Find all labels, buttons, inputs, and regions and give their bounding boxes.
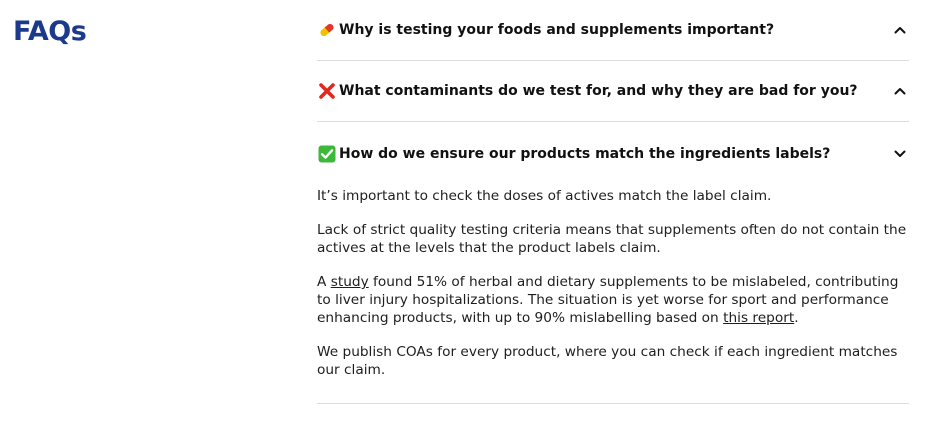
faq-question-text: Why is testing your foods and supplement… (339, 22, 775, 38)
answer-paragraph: We publish COAs for every product, where… (317, 344, 898, 378)
answer-paragraph: Lack of strict quality testing criteria … (317, 222, 907, 256)
faq-list: Why is testing your foods and supplement… (317, 0, 909, 404)
chevron-up-icon[interactable] (893, 84, 907, 98)
red-x-icon (317, 82, 336, 101)
faq-question-text: How do we ensure our products match the … (339, 145, 831, 162)
page-title: FAQs (13, 16, 87, 47)
green-check-icon (317, 144, 336, 163)
pill-icon (317, 21, 336, 40)
faq-question-toggle[interactable]: How do we ensure our products match the … (317, 122, 909, 185)
chevron-up-icon[interactable] (893, 23, 907, 37)
answer-text: A (317, 274, 331, 290)
faq-answer: It’s important to check the doses of act… (317, 185, 909, 403)
report-link[interactable]: this report (723, 310, 794, 326)
faq-item: What contaminants do we test for, and wh… (317, 61, 909, 122)
answer-paragraph: It’s important to check the doses of act… (317, 188, 772, 204)
faq-item-expanded: How do we ensure our products match the … (317, 122, 909, 404)
faq-question-toggle[interactable]: Why is testing your foods and supplement… (317, 0, 909, 60)
answer-text: found 51% of herbal and dietary suppleme… (317, 274, 899, 326)
study-link[interactable]: study (331, 274, 369, 290)
answer-paragraph: A study found 51% of herbal and dietary … (317, 273, 909, 327)
answer-text: . (794, 310, 799, 326)
faq-question-toggle[interactable]: What contaminants do we test for, and wh… (317, 61, 909, 121)
chevron-down-icon[interactable] (893, 147, 907, 161)
faq-question-text: What contaminants do we test for, and wh… (339, 83, 858, 99)
faq-item: Why is testing your foods and supplement… (317, 0, 909, 61)
